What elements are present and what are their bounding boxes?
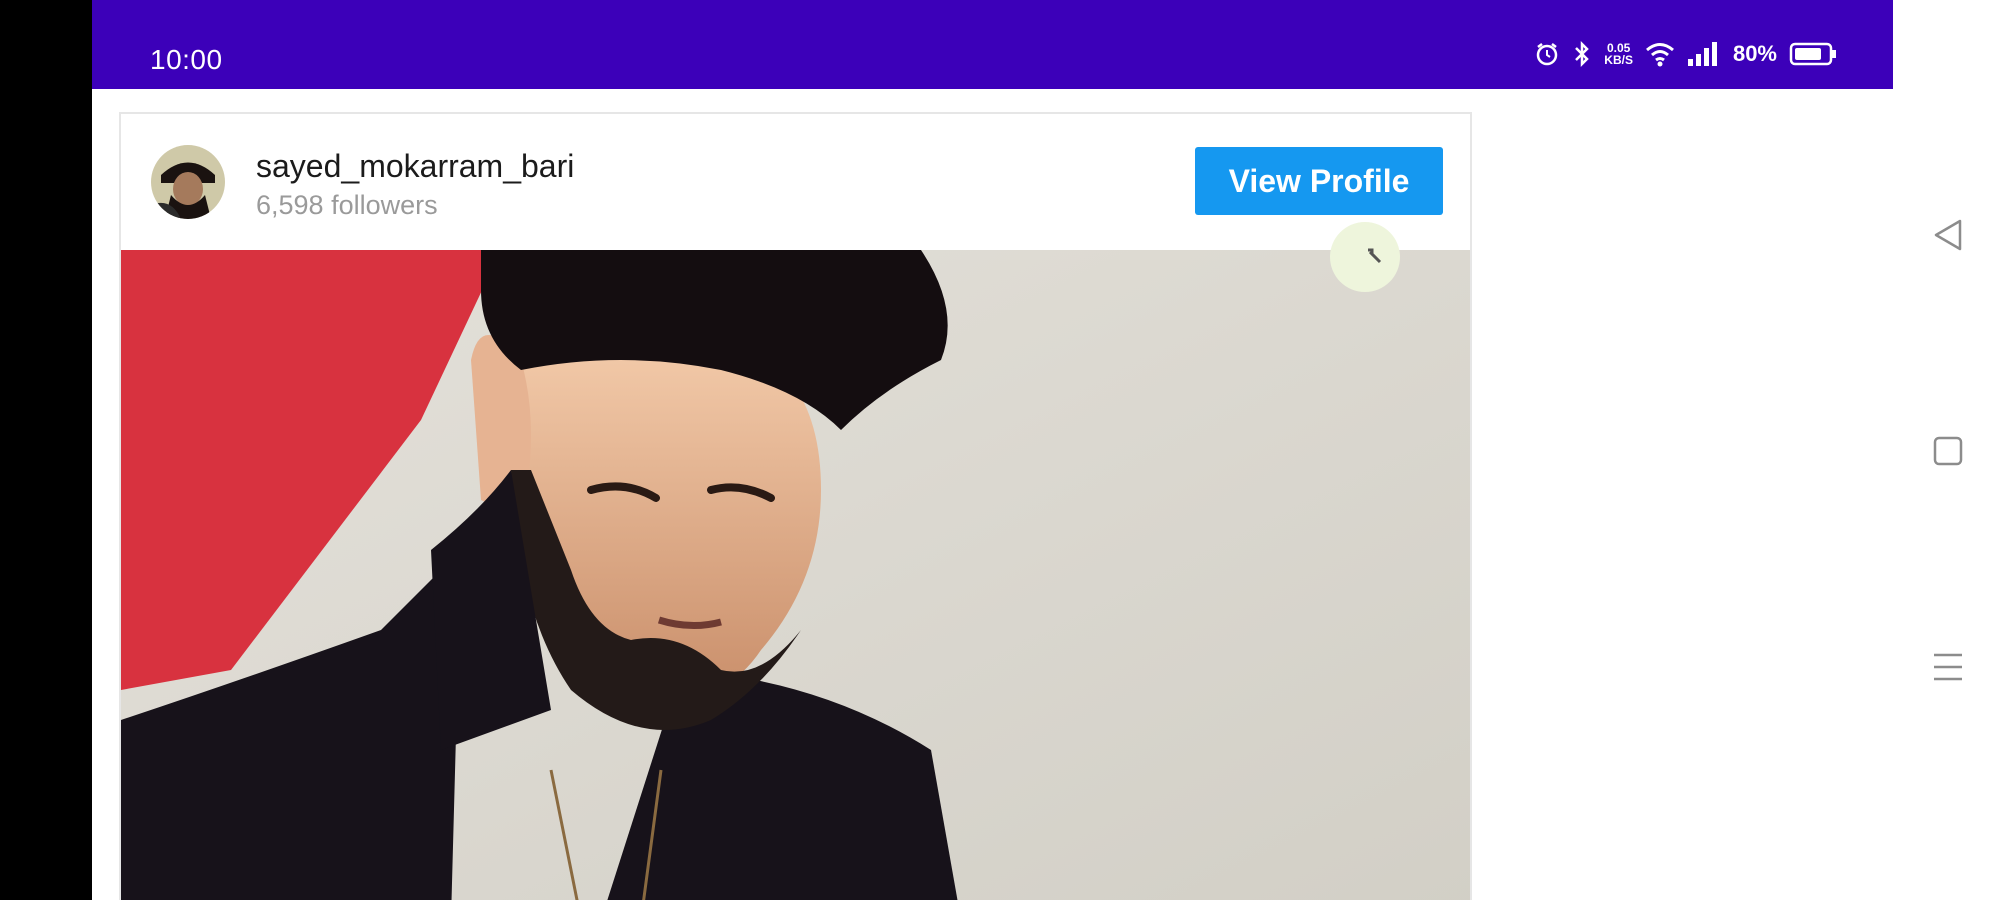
bluetooth-icon [1572,40,1592,68]
back-icon[interactable] [1931,218,1965,252]
signal-icon [1687,41,1721,67]
network-speed-unit: KB/S [1604,53,1633,67]
profile-card: sayed_mokarram_bari 6,598 followers View… [119,112,1472,900]
battery-icon [1789,41,1837,67]
menu-icon[interactable] [1931,650,1965,684]
phone-screen: 10:00 0.05 KB/S 80% sayed_mokarram_bari … [92,0,1893,900]
alarm-icon [1534,41,1560,67]
wifi-icon [1645,41,1675,67]
expand-badge[interactable] [1330,222,1400,292]
navigation-bar [1893,0,2003,900]
battery-level: 80% [1732,41,1777,66]
avatar[interactable] [151,145,225,219]
username[interactable]: sayed_mokarram_bari [256,148,574,185]
view-profile-button[interactable]: View Profile [1195,147,1443,215]
status-bar: 10:00 0.05 KB/S 80% [92,0,1893,89]
card-header: sayed_mokarram_bari 6,598 followers View… [121,114,1470,250]
network-speed: 0.05 KB/S [1604,42,1633,66]
status-time: 10:00 [150,44,223,75]
followers-count: 6,598 followers [256,190,438,220]
status-icons: 0.05 KB/S 80% [1534,40,1837,68]
home-icon[interactable] [1931,434,1965,468]
post-image[interactable] [121,250,1470,900]
